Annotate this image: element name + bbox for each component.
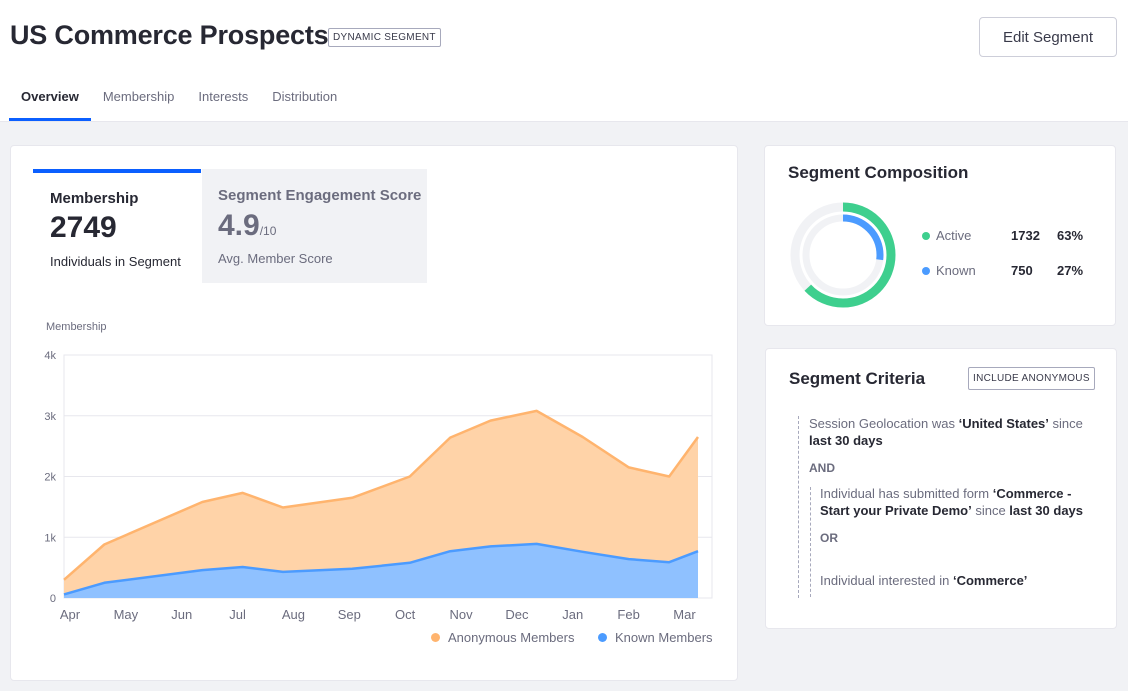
membership-metric-value: 2749: [50, 211, 117, 244]
active-count: 1732: [1011, 228, 1040, 243]
tab-membership[interactable]: Membership: [91, 78, 187, 121]
y-tick-label: 0: [50, 593, 56, 605]
legend-anonymous-label: Anonymous Members: [448, 630, 575, 645]
criterion-geolocation-time: last 30 days: [809, 433, 883, 448]
composition-row-active: Active 1732 63%: [922, 228, 1092, 246]
y-tick-label: 2k: [44, 472, 56, 484]
engagement-denominator: /10: [259, 224, 277, 238]
engagement-metric-label: Segment Engagement Score: [218, 187, 422, 204]
membership-metric-label: Membership: [50, 190, 139, 207]
x-tick-label: Jan: [562, 607, 583, 622]
x-tick-label: Apr: [60, 607, 81, 622]
composition-row-known: Known 750 27%: [922, 263, 1092, 281]
criterion-geolocation-value: ‘United States’: [958, 416, 1049, 431]
legend-known-label: Known Members: [615, 630, 713, 645]
known-label: Known: [936, 263, 976, 278]
criterion-geolocation-since: since: [1048, 416, 1083, 431]
x-tick-label: Mar: [673, 607, 696, 622]
known-swatch: [922, 267, 930, 275]
criteria-inner-rail: [810, 487, 811, 597]
x-tick-label: Nov: [449, 607, 473, 622]
membership-area-chart: 0 1k 2k 3k 4k Apr May Jun Jul Aug Sep Oct Nov Dec Jan F…: [44, 350, 713, 622]
page-header: US Commerce Prospects DYNAMIC SEGMENT Ed…: [0, 0, 1128, 122]
x-tick-label: Feb: [617, 607, 639, 622]
edit-segment-button[interactable]: Edit Segment: [979, 17, 1117, 57]
active-swatch: [922, 232, 930, 240]
active-percent: 63%: [1057, 228, 1084, 243]
operator-or: OR: [820, 531, 838, 545]
criterion-interest: Individual interested in ‘Commerce’: [820, 572, 1095, 589]
page-title: US Commerce Prospects: [10, 20, 329, 50]
legend-anonymous-swatch: [431, 633, 440, 642]
x-tick-label: Jul: [229, 607, 246, 622]
x-tick-label: Aug: [282, 607, 305, 622]
y-tick-label: 1k: [44, 532, 56, 544]
composition-donut-chart: [790, 202, 896, 308]
tab-overview[interactable]: Overview: [9, 78, 91, 121]
membership-metric-sub: Individuals in Segment: [50, 254, 181, 269]
include-anonymous-badge: INCLUDE ANONYMOUS: [968, 367, 1095, 390]
x-tick-label: Dec: [505, 607, 529, 622]
x-tick-label: May: [114, 607, 139, 622]
active-label: Active: [936, 228, 972, 243]
known-count: 750: [1011, 263, 1033, 278]
criterion-geolocation: Session Geolocation was ‘United States’ …: [809, 415, 1099, 449]
y-tick-label: 4k: [44, 350, 56, 362]
chart-y-axis-title: Membership: [46, 321, 107, 333]
criterion-interest-text: Individual interested in: [820, 573, 953, 588]
criterion-form-since: since: [971, 503, 1010, 518]
known-percent: 27%: [1057, 263, 1084, 278]
legend-known-swatch: [598, 633, 607, 642]
criterion-interest-value: ‘Commerce’: [952, 573, 1028, 588]
y-tick-label: 3k: [44, 411, 56, 423]
criterion-form-text: Individual has submitted form: [820, 486, 993, 501]
engagement-metric-value: 4.9/10: [218, 209, 276, 243]
membership-metric-tab[interactable]: Membership 2749 Individuals in Segment: [33, 169, 201, 283]
dynamic-segment-badge: DYNAMIC SEGMENT: [328, 28, 441, 47]
x-tick-label: Sep: [338, 607, 361, 622]
engagement-score: 4.9: [218, 209, 260, 242]
engagement-metric-sub: Avg. Member Score: [218, 251, 333, 266]
composition-title: Segment Composition: [788, 163, 969, 182]
tab-interests[interactable]: Interests: [186, 78, 260, 121]
criteria-title: Segment Criteria: [789, 369, 926, 388]
criterion-form-submitted: Individual has submitted form ‘Commerce …: [820, 485, 1095, 519]
legend-known[interactable]: Known Members: [598, 630, 713, 645]
criterion-geolocation-text: Session Geolocation was: [809, 416, 959, 431]
operator-and: AND: [809, 461, 835, 475]
legend-anonymous[interactable]: Anonymous Members: [431, 630, 574, 645]
x-tick-label: Oct: [395, 607, 416, 622]
tab-bar: Overview Membership Interests Distributi…: [9, 78, 349, 121]
criteria-outer-rail: [798, 416, 799, 598]
engagement-metric-tab[interactable]: Segment Engagement Score 4.9/10 Avg. Mem…: [202, 169, 427, 283]
tab-distribution[interactable]: Distribution: [260, 78, 349, 121]
criterion-form-time: last 30 days: [1009, 503, 1084, 518]
x-tick-label: Jun: [171, 607, 192, 622]
